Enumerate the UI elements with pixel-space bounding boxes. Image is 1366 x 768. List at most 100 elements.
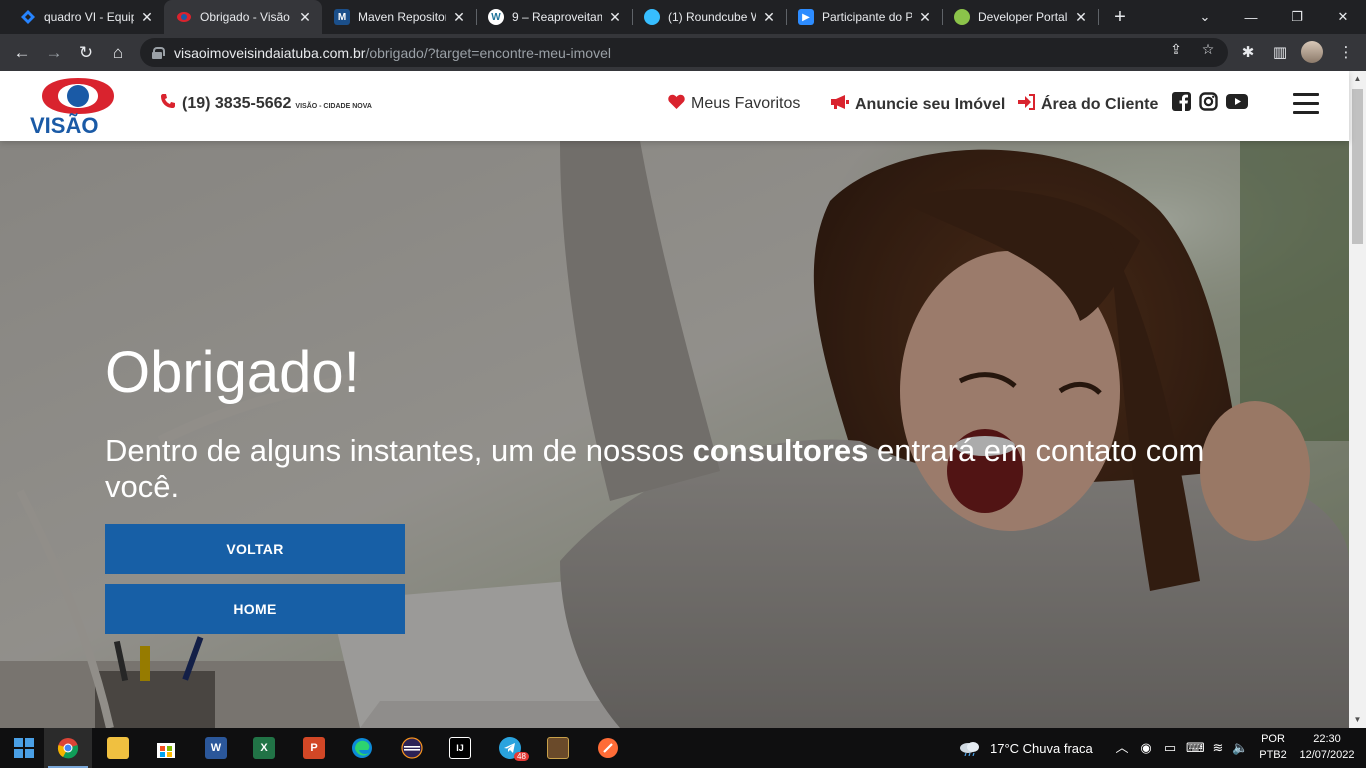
nav-label: Área do Cliente [1041,95,1159,113]
language-top[interactable]: POR [1258,733,1288,745]
chevron-up-icon[interactable]: ︿ [1114,740,1130,756]
telegram-icon[interactable]: 48 [486,728,534,768]
tab-title: 9 – Reaproveitam [512,10,602,24]
share-icon[interactable]: ⇪ [1168,41,1184,57]
back-icon[interactable]: ← [8,39,36,67]
nav-label: Meus Favoritos [691,95,801,112]
logo-wordmark: VISÃO [30,113,99,138]
meet-icon[interactable]: ▭ [1162,740,1178,756]
ime-icon[interactable]: ⌨ [1186,740,1205,756]
weather-text[interactable]: 17°C Chuva fraca [990,741,1093,756]
menu-dots-icon[interactable]: ⋮ [1336,43,1356,63]
side-panel-icon[interactable]: ▥ [1270,43,1290,63]
home-button[interactable]: HOME [105,584,405,634]
word-icon[interactable]: W [192,728,240,768]
hero-message: Dentro de alguns instantes, um de nossos… [105,433,1205,504]
weather-icon[interactable] [958,740,982,757]
phone-location: VISÃO - CIDADE NOVA [295,102,372,110]
nav-meus-favoritos[interactable]: Meus Favoritos [668,94,800,114]
lock-icon [152,46,165,59]
url-text: visaoimoveisindaiatuba.com.br/obrigado/?… [174,44,611,61]
tab-search-button[interactable]: ⌄ [1182,0,1228,34]
reload-icon[interactable]: ↻ [72,39,100,67]
tab-maven[interactable]: M Maven Repository ✕ [322,0,476,34]
wifi-icon[interactable]: ≋ [1210,740,1226,756]
close-window-button[interactable]: ✕ [1320,0,1366,34]
maven-icon: M [334,9,350,25]
youtube-icon[interactable] [1226,92,1249,112]
profile-avatar[interactable] [1301,41,1323,63]
nav-area-cliente[interactable]: Área do Cliente [1018,94,1158,115]
wordpress-icon: W [488,9,504,25]
hero-section: Obrigado! Dentro de alguns instantes, um… [0,141,1349,728]
tab-title: Maven Repository [358,10,446,24]
browser-tab-strip: quadro VI - Equip ✕ Obrigado - Visão ✕ M… [0,0,1366,34]
intellij-icon[interactable]: IJ [436,728,484,768]
developer-portal-icon [954,9,970,25]
clock-date[interactable]: 12/07/2022 [1294,749,1360,761]
close-icon[interactable]: ✕ [762,9,776,26]
volume-icon[interactable]: 🔈 [1232,740,1248,756]
tab-wordpress[interactable]: W 9 – Reaproveitam ✕ [476,0,632,34]
megaphone-icon [830,94,849,115]
phone-contact[interactable]: (19) 3835-5662 VISÃO - CIDADE NOVA [160,93,372,114]
heart-icon [668,94,685,114]
game-app-icon[interactable] [534,728,582,768]
tab-developer-portal[interactable]: Developer Portal ✕ [942,0,1098,34]
file-explorer-icon[interactable] [94,728,142,768]
tab-roundcube[interactable]: (1) Roundcube W ✕ [632,0,786,34]
tab-zoom[interactable]: ▶ Participante do P ✕ [786,0,942,34]
instagram-icon[interactable] [1199,92,1219,112]
powerpoint-icon[interactable]: P [290,728,338,768]
new-tab-button[interactable]: + [1108,5,1132,29]
zoom-icon: ▶ [798,9,814,25]
telegram-badge: 48 [514,752,529,761]
tab-quadro[interactable]: quadro VI - Equip ✕ [8,0,164,34]
close-icon[interactable]: ✕ [452,9,466,26]
nav-anuncie-imovel[interactable]: Anuncie seu Imóvel [830,94,1005,115]
tab-separator [1098,9,1099,25]
visao-icon [176,9,192,25]
page-scrollbar[interactable]: ▲ ▼ [1349,71,1366,728]
forward-icon[interactable]: → [40,39,68,67]
close-icon[interactable]: ✕ [140,9,154,26]
tab-title: Obrigado - Visão [200,10,290,24]
postman-icon[interactable] [584,728,632,768]
nav-label: Anuncie seu Imóvel [855,95,1006,113]
start-button[interactable] [0,728,48,768]
edge-icon[interactable] [338,728,386,768]
facebook-icon[interactable] [1172,92,1192,112]
sign-in-icon [1018,94,1035,115]
record-icon[interactable]: ◉ [1138,740,1154,756]
tab-obrigado[interactable]: Obrigado - Visão ✕ [164,0,322,34]
tab-title: Participante do P [822,10,912,24]
home-icon[interactable]: ⌂ [104,39,132,67]
microsoft-store-icon[interactable] [142,728,190,768]
voltar-button[interactable]: VOLTAR [105,524,405,574]
close-icon[interactable]: ✕ [298,9,312,26]
tab-title: quadro VI - Equip [44,10,134,24]
eclipse-icon[interactable] [388,728,436,768]
close-icon[interactable]: ✕ [608,9,622,26]
site-header: VISÃO (19) 3835-5662 VISÃO - CIDADE NOVA… [0,71,1349,141]
address-bar[interactable]: visaoimoveisindaiatuba.com.br/obrigado/?… [140,38,1228,67]
excel-icon[interactable]: X [240,728,288,768]
scroll-down-icon[interactable]: ▼ [1349,712,1366,728]
page-title: Obrigado! [105,340,360,405]
language-bottom[interactable]: PTB2 [1256,749,1290,761]
phone-number: (19) 3835-5662 [182,94,292,112]
close-icon[interactable]: ✕ [918,9,932,26]
chrome-taskbar-icon[interactable] [44,728,92,768]
hamburger-menu-icon[interactable] [1293,93,1319,115]
close-icon[interactable]: ✕ [1074,9,1088,26]
tab-title: Developer Portal [978,10,1068,24]
bookmark-star-icon[interactable]: ☆ [1200,41,1216,57]
clock-time[interactable]: 22:30 [1294,733,1360,745]
phone-icon [160,93,176,114]
scrollbar-thumb[interactable] [1352,89,1363,244]
extensions-icon[interactable]: ✱ [1238,43,1258,63]
scroll-up-icon[interactable]: ▲ [1349,71,1366,87]
browser-toolbar: ← → ↻ ⌂ visaoimoveisindaiatuba.com.br/ob… [0,34,1366,71]
restore-button[interactable]: ❐ [1274,0,1320,34]
minimize-button[interactable]: — [1228,0,1274,34]
